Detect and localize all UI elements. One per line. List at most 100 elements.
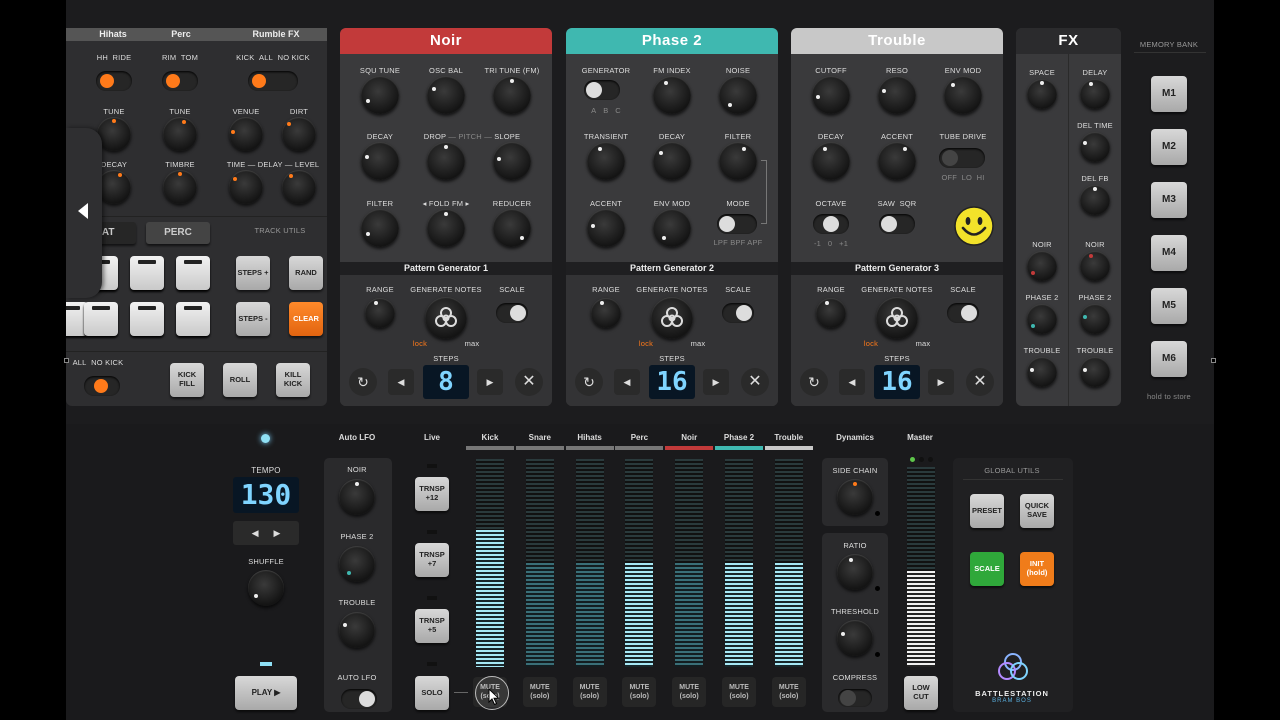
- venue-knob[interactable]: [229, 117, 263, 151]
- octave-switch[interactable]: [813, 214, 849, 234]
- accent-knob[interactable]: [587, 209, 625, 247]
- tab-rumble-fx[interactable]: Rumble FX: [226, 28, 326, 41]
- filter-knob[interactable]: [361, 209, 399, 247]
- mute-button[interactable]: MUTE (solo): [522, 677, 557, 707]
- dirt-knob[interactable]: [282, 117, 316, 151]
- steps-minus-button[interactable]: STEPS -: [236, 302, 270, 336]
- fx-trouble-knob[interactable]: [1027, 357, 1057, 387]
- clear-button[interactable]: CLEAR: [289, 302, 323, 336]
- threshold-knob[interactable]: [837, 620, 873, 656]
- mute-button[interactable]: MUTE (solo): [722, 677, 756, 707]
- memory-slot-m4[interactable]: M4: [1151, 235, 1187, 271]
- fold-fm-knob[interactable]: [427, 209, 465, 247]
- generate-notes-knob[interactable]: [425, 297, 467, 339]
- range-knob[interactable]: [591, 298, 621, 328]
- del-time-knob[interactable]: [1080, 132, 1110, 162]
- osc-bal-knob[interactable]: [427, 76, 465, 114]
- scale-switch[interactable]: [947, 303, 979, 323]
- init-button[interactable]: INIT (hold): [1020, 552, 1054, 586]
- kick-mode-switch[interactable]: [84, 376, 120, 396]
- noise-knob[interactable]: [719, 76, 757, 114]
- del-fb-knob[interactable]: [1080, 185, 1110, 215]
- memory-slot-m6[interactable]: M6: [1151, 341, 1187, 377]
- regenerate-icon[interactable]: ↻: [800, 368, 828, 396]
- fm-index-knob[interactable]: [653, 76, 691, 114]
- generate-notes-knob[interactable]: [651, 297, 693, 339]
- step-pad[interactable]: [176, 256, 210, 290]
- mode-switch[interactable]: [717, 214, 757, 234]
- lfo-trouble-knob[interactable]: [339, 612, 375, 648]
- drawer-handle[interactable]: [66, 128, 102, 298]
- memory-slot-m1[interactable]: M1: [1151, 76, 1187, 112]
- env-mod-knob[interactable]: [653, 209, 691, 247]
- rand-button[interactable]: RAND: [289, 256, 323, 290]
- transpose-7-button[interactable]: TRNSP +7: [415, 543, 449, 577]
- saw-sqr-switch[interactable]: [879, 214, 915, 234]
- regenerate-icon[interactable]: ↻: [349, 368, 377, 396]
- scale-switch[interactable]: [722, 303, 754, 323]
- squ-tune-knob[interactable]: [361, 76, 399, 114]
- transient-knob[interactable]: [587, 142, 625, 180]
- rim-tom-switch[interactable]: [162, 71, 198, 91]
- auto-lfo-toggle[interactable]: [341, 689, 377, 709]
- play-button[interactable]: PLAY ▶: [235, 676, 297, 710]
- transpose-5-button[interactable]: TRNSP +5: [415, 609, 449, 643]
- tempo-stepper[interactable]: ◀ ▶: [233, 521, 299, 545]
- delay-knob[interactable]: [1080, 79, 1110, 109]
- delay-time-knob[interactable]: [229, 170, 263, 204]
- memory-slot-m3[interactable]: M3: [1151, 182, 1187, 218]
- cutoff-knob[interactable]: [812, 76, 850, 114]
- range-knob[interactable]: [365, 298, 395, 328]
- delay-trouble-knob[interactable]: [1080, 357, 1110, 387]
- hihat-decay-knob[interactable]: [97, 170, 131, 204]
- tri-tune-knob[interactable]: [493, 76, 531, 114]
- delay-level-knob[interactable]: [282, 170, 316, 204]
- generator-switch[interactable]: [584, 80, 620, 100]
- decay-knob[interactable]: [653, 142, 691, 180]
- memory-slot-m5[interactable]: M5: [1151, 288, 1187, 324]
- tab-perc[interactable]: Perc: [146, 28, 216, 41]
- step-pad[interactable]: [130, 256, 164, 290]
- steps-increase-button[interactable]: ▶: [703, 369, 729, 395]
- quick-save-button[interactable]: QUICK SAVE: [1020, 494, 1054, 528]
- lfo-noir-knob[interactable]: [339, 479, 375, 515]
- clear-pattern-icon[interactable]: ✕: [741, 368, 769, 396]
- clear-pattern-icon[interactable]: ✕: [515, 368, 543, 396]
- accent-knob[interactable]: [878, 142, 916, 180]
- perc-tune-knob[interactable]: [163, 117, 197, 151]
- lfo-phase2-knob[interactable]: [339, 546, 375, 582]
- filter-knob[interactable]: [719, 142, 757, 180]
- mute-button[interactable]: MUTE (solo): [572, 677, 607, 707]
- compress-toggle[interactable]: [838, 689, 872, 707]
- step-pad[interactable]: [130, 302, 164, 336]
- regenerate-icon[interactable]: ↻: [575, 368, 603, 396]
- space-knob[interactable]: [1027, 79, 1057, 109]
- drop-knob[interactable]: [427, 142, 465, 180]
- steps-decrease-button[interactable]: ◀: [839, 369, 865, 395]
- ratio-knob[interactable]: [837, 554, 873, 590]
- range-knob[interactable]: [816, 298, 846, 328]
- slope-knob[interactable]: [493, 142, 531, 180]
- generate-notes-knob[interactable]: [876, 297, 918, 339]
- roll-button[interactable]: ROLL: [223, 363, 257, 397]
- decay-knob[interactable]: [812, 142, 850, 180]
- reducer-knob[interactable]: [493, 209, 531, 247]
- low-cut-button[interactable]: LOW CUT: [904, 676, 938, 710]
- shuffle-knob[interactable]: [248, 570, 284, 606]
- steps-decrease-button[interactable]: ◀: [614, 369, 640, 395]
- steps-increase-button[interactable]: ▶: [928, 369, 954, 395]
- delay-noir-knob[interactable]: [1080, 251, 1110, 281]
- preset-button[interactable]: PRESET: [970, 494, 1004, 528]
- memory-slot-m2[interactable]: M2: [1151, 129, 1187, 165]
- step-pad[interactable]: [176, 302, 210, 336]
- steps-decrease-button[interactable]: ◀: [388, 369, 414, 395]
- tempo-display[interactable]: 130: [233, 477, 299, 513]
- env-mod-knob[interactable]: [944, 76, 982, 114]
- steps-plus-button[interactable]: STEPS +: [236, 256, 270, 290]
- tab-perc-track[interactable]: PERC: [146, 222, 210, 244]
- clear-pattern-icon[interactable]: ✕: [966, 368, 994, 396]
- kill-kick-button[interactable]: KILL KICK: [276, 363, 310, 397]
- scale-button[interactable]: SCALE: [970, 552, 1004, 586]
- solo-button[interactable]: SOLO: [415, 676, 449, 710]
- reso-knob[interactable]: [878, 76, 916, 114]
